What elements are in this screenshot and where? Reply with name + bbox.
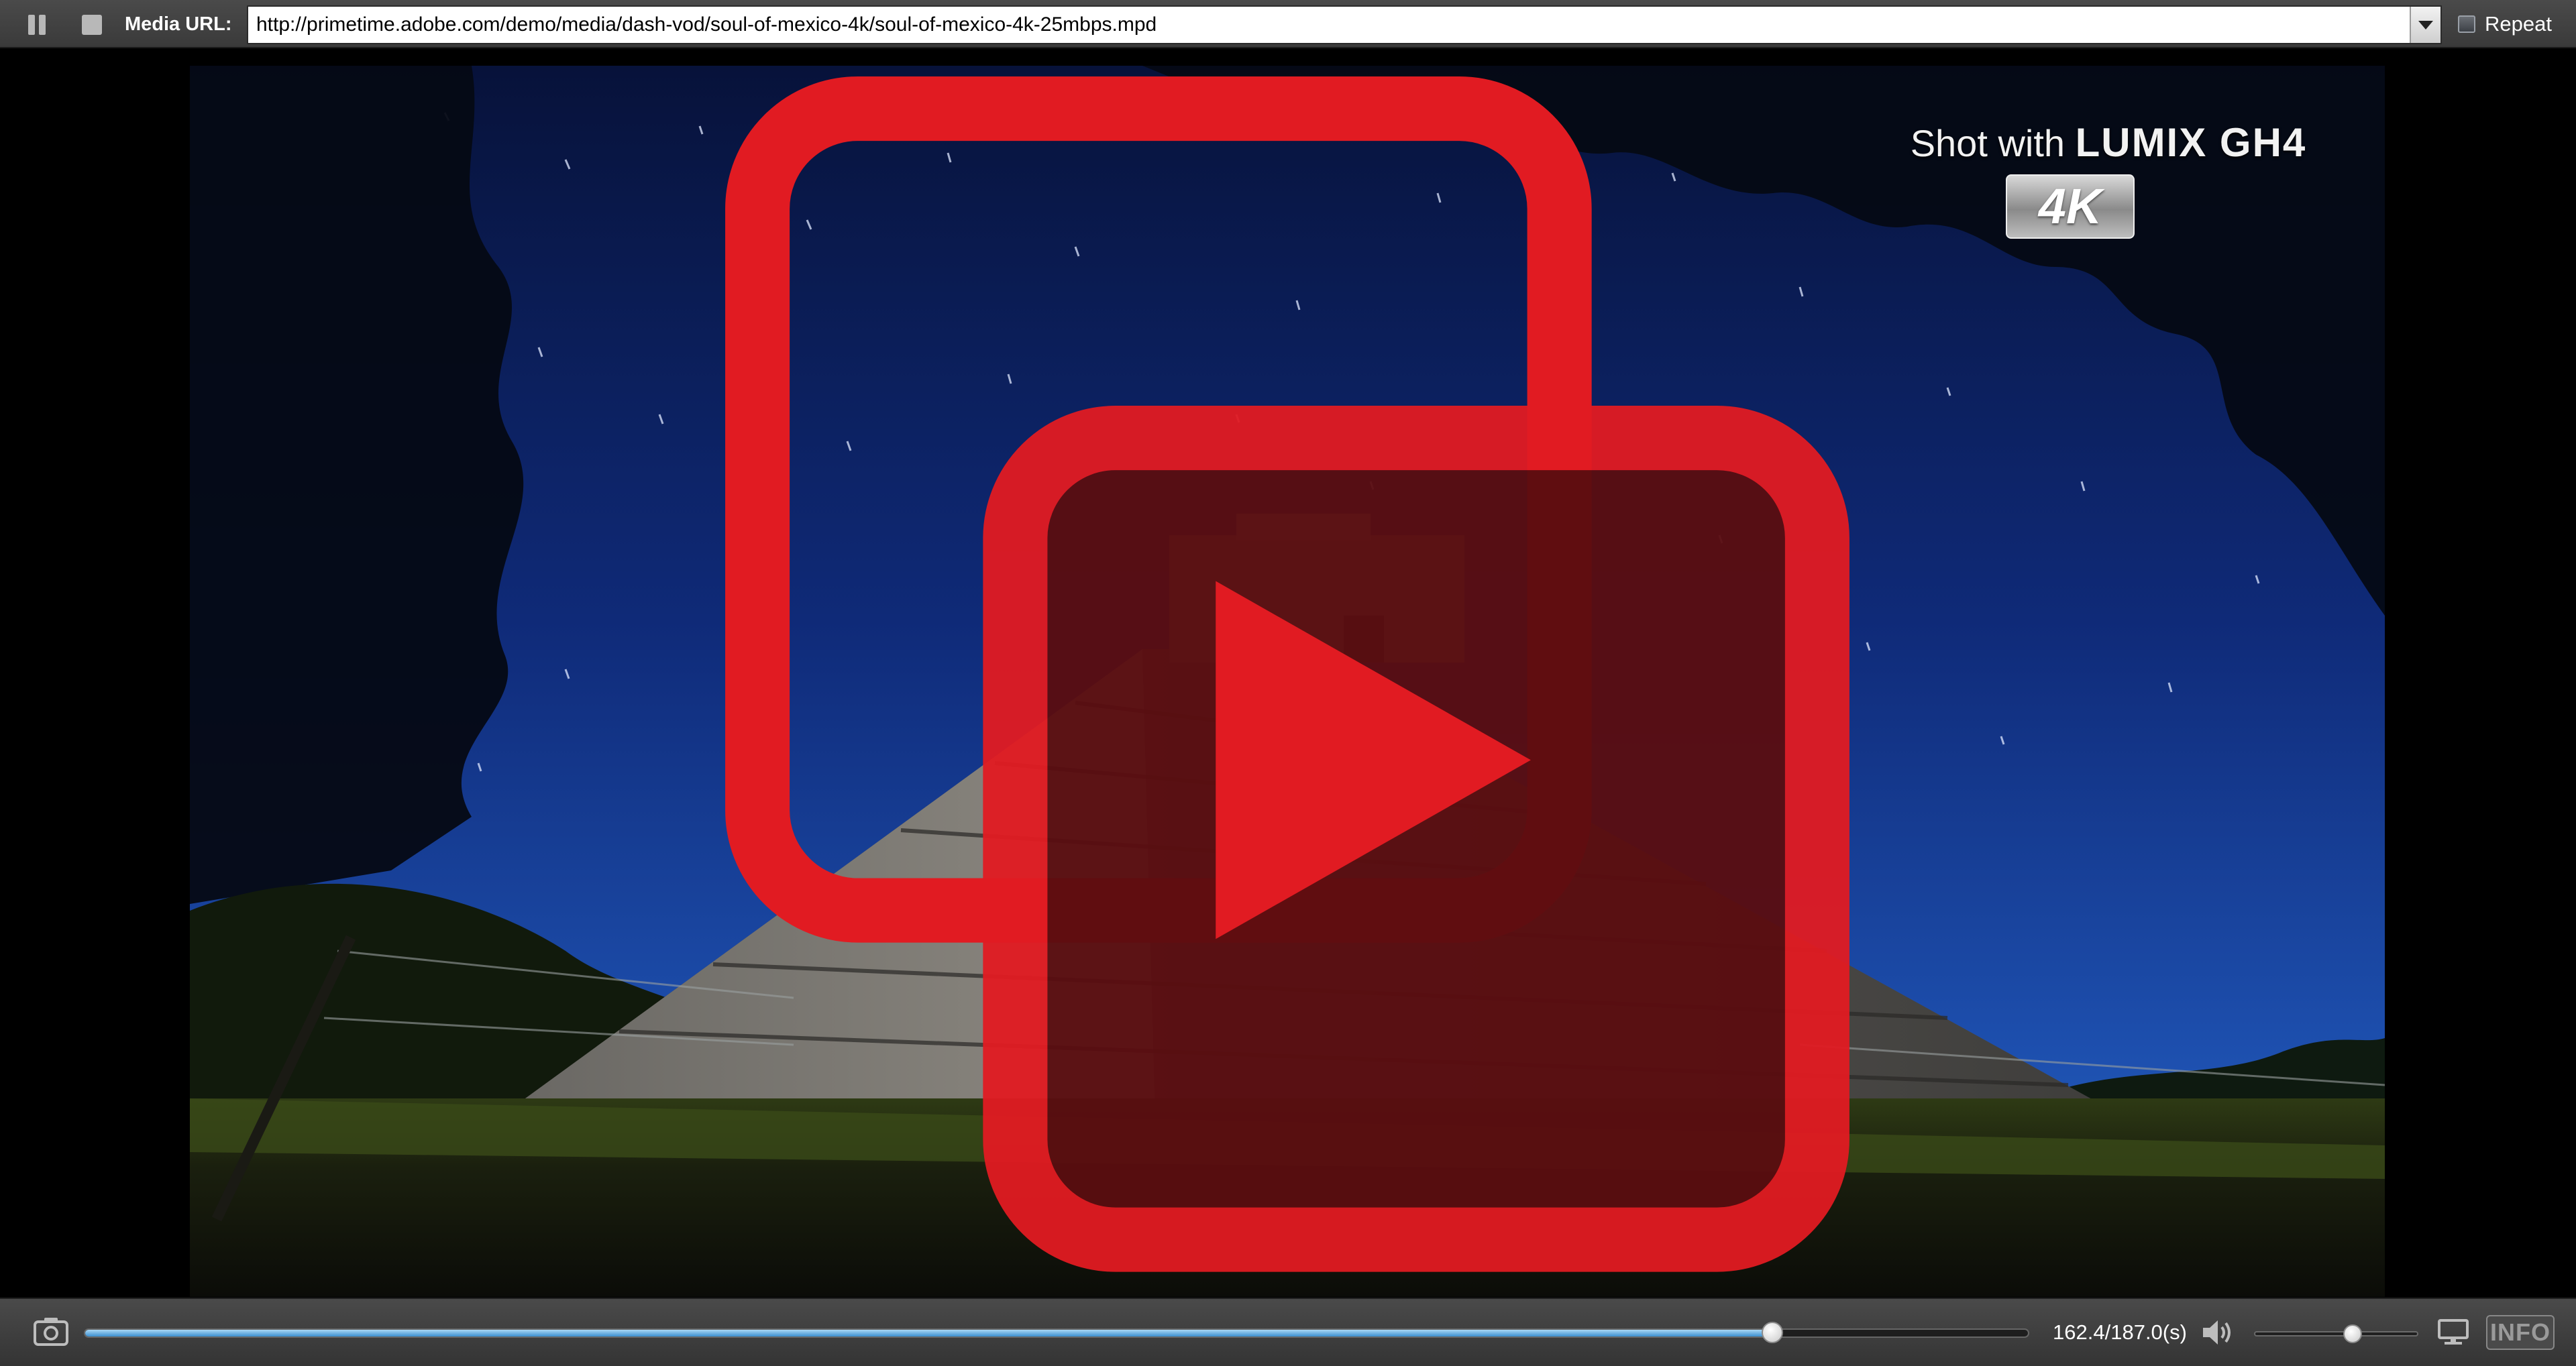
- volume-slider[interactable]: [2254, 1324, 2418, 1343]
- player-controls: 162.4/187.0(s) INFO: [0, 1298, 2576, 1366]
- time-readout: 162.4/187.0(s): [2053, 1320, 2187, 1344]
- top-toolbar: Media URL: Repeat: [0, 0, 2576, 48]
- media-url-combobox: [247, 5, 2442, 44]
- repeat-checkbox[interactable]: [2458, 15, 2475, 33]
- chevron-down-icon: [2418, 20, 2433, 30]
- stop-icon: [82, 15, 102, 35]
- play-logo-icon: [725, 76, 1849, 1272]
- info-button[interactable]: INFO: [2486, 1315, 2555, 1350]
- repeat-toggle[interactable]: Repeat: [2458, 11, 2552, 38]
- pause-button[interactable]: [25, 13, 48, 36]
- pause-icon: [28, 15, 35, 35]
- seek-bar-handle[interactable]: [1762, 1322, 1784, 1343]
- volume-slider-handle[interactable]: [2343, 1324, 2362, 1343]
- media-url-input[interactable]: [248, 7, 2402, 43]
- repeat-label: Repeat: [2485, 12, 2552, 36]
- camera-icon[interactable]: [34, 1316, 68, 1346]
- seek-bar-fill: [85, 1330, 1773, 1336]
- speaker-icon[interactable]: [2200, 1316, 2234, 1349]
- media-url-label: Media URL:: [125, 13, 232, 35]
- video-viewport[interactable]: Shot with LUMIX GH4 4K: [190, 66, 2385, 1297]
- seek-bar[interactable]: [84, 1322, 2029, 1343]
- url-dropdown-button[interactable]: [2410, 7, 2440, 43]
- monitor-icon[interactable]: [2438, 1319, 2469, 1346]
- media-player-app: Media URL: Repeat: [0, 0, 2576, 1366]
- stop-button[interactable]: [80, 13, 103, 36]
